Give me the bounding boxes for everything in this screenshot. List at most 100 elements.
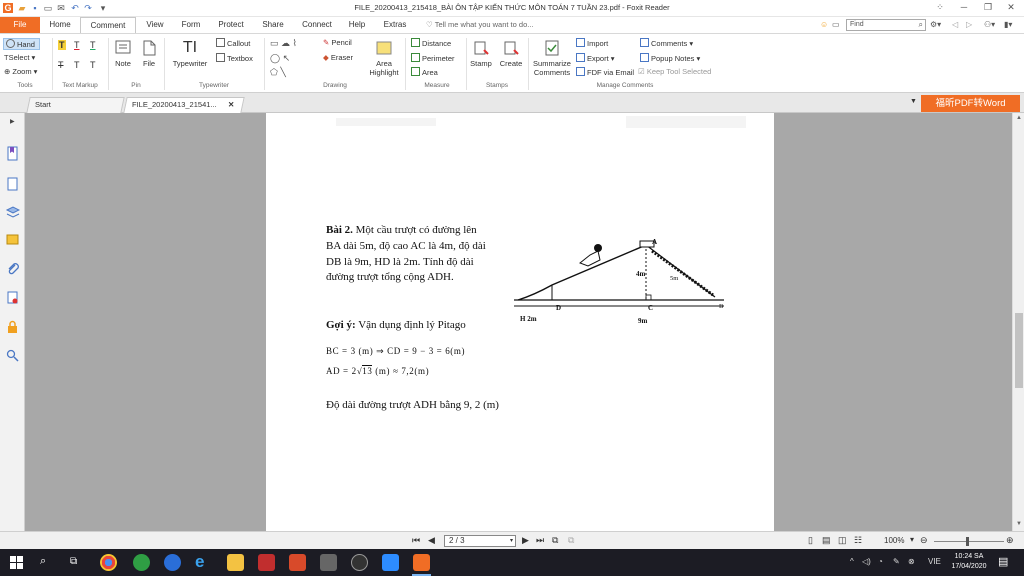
cloud-icon[interactable]: ☁ [281,38,290,48]
oval-icon[interactable]: ◯ [270,53,280,63]
hand-tool-button[interactable]: Hand [3,38,40,50]
page-number-input[interactable]: 2 / 3 ▾ [444,535,516,547]
strikeout-button[interactable]: T [58,60,64,70]
import-button[interactable]: Import [576,38,608,48]
replace-text-button[interactable]: T [74,60,80,70]
comments-panel-icon[interactable] [5,233,20,248]
gear-icon[interactable]: ⚙▾ [930,20,941,29]
chrome-icon[interactable] [100,554,117,571]
winrar-icon[interactable] [258,554,275,571]
tab-protect[interactable]: Protect [212,17,250,33]
tab-form[interactable]: Form [176,17,206,33]
app-icon[interactable] [289,554,306,571]
pages-icon[interactable] [5,176,20,191]
insert-text-button[interactable]: T [90,60,96,70]
prev-view-icon[interactable]: ⧉ [552,535,558,546]
restore-icon[interactable]: ❐ [980,2,996,13]
keep-tool-selected-checkbox[interactable]: ☑ Keep Tool Selected [638,67,711,76]
tab-share[interactable]: Share [256,17,290,33]
underline-button[interactable]: T [90,40,96,50]
single-page-icon[interactable]: ▯ [808,535,813,546]
status-icon[interactable]: ⊗ [908,557,915,566]
network-icon[interactable]: ◔ [878,557,883,566]
create-stamp-button[interactable]: Create [497,39,525,68]
typewriter-button[interactable]: TI Typewriter [168,39,212,68]
find-input[interactable]: Find ⌕ [846,19,926,31]
zoom-app-icon[interactable] [382,554,399,571]
search-icon[interactable]: ⌕ [40,555,46,568]
menu-icon[interactable]: ▮▾ [1004,20,1012,29]
coccoc-icon[interactable] [133,554,150,571]
area-highlight-button[interactable]: Area Highlight [366,39,402,77]
volume-icon[interactable]: ◁) [862,557,871,566]
stamp-button[interactable]: Stamp [468,39,494,68]
squiggly-button[interactable]: T [74,40,80,50]
line-icon[interactable]: ╲ [280,67,285,77]
page-dropdown-icon[interactable]: ▾ [510,536,513,546]
close-tab-icon[interactable]: ✕ [228,98,234,112]
scroll-up-icon[interactable]: ▲ [1013,115,1024,121]
edge-icon[interactable]: e [195,552,204,572]
dropdown-arrow-icon[interactable]: ▼ [910,98,917,105]
close-icon[interactable]: ✕ [1003,2,1019,13]
file-attach-button[interactable]: File [138,39,160,68]
signature-panel-icon[interactable] [5,290,20,305]
tell-me-box[interactable]: ♡ Tell me what you want to do... [426,20,534,29]
tab-help[interactable]: Help [344,17,370,33]
search-icon[interactable]: ⌕ [919,20,923,30]
bookmark-icon[interactable] [5,146,20,161]
calculator-icon[interactable] [320,554,337,571]
tab-connect[interactable]: Connect [296,17,338,33]
tray-expand-icon[interactable]: ^ [850,557,854,566]
comments-dropdown[interactable]: Comments ▾ [640,38,693,48]
note-button[interactable]: Note [112,39,134,68]
continuous-facing-icon[interactable]: ☷ [854,535,862,546]
tab-comment[interactable]: Comment [80,17,136,33]
tab-extras[interactable]: Extras [378,17,412,33]
search-tool-icon[interactable] [5,348,20,363]
facing-page-icon[interactable]: ◫ [838,535,847,546]
ribbon-options-icon[interactable]: ⁘ [932,2,948,13]
folder-search-icon[interactable]: ▭ [832,20,840,29]
distance-button[interactable]: Distance [411,38,451,48]
pen-icon[interactable]: ✎ [893,557,900,566]
highlight-text-button[interactable]: T [58,40,66,50]
attachment-icon[interactable] [5,261,20,276]
language-indicator[interactable]: VIE [928,557,941,566]
select-tool-button[interactable]: TSelect ▾ [4,53,35,62]
scroll-thumb[interactable] [1015,313,1023,388]
tab-file[interactable]: File [0,17,40,33]
perimeter-button[interactable]: Perimeter [411,53,455,63]
next-page-icon[interactable]: ▶ [522,535,529,546]
windows-start-icon[interactable] [10,556,23,569]
doc-tab-start[interactable]: Start [26,97,125,113]
textbox-button[interactable]: Textbox [216,53,253,63]
vertical-scrollbar[interactable]: ▲ ▼ [1012,113,1024,531]
prev-page-icon[interactable]: ◀ [428,535,435,546]
zoom-slider[interactable] [934,541,1004,542]
arrow-icon[interactable]: ↖ [283,53,291,63]
foxit-taskbar-icon[interactable] [413,554,430,571]
nav-back-icon[interactable]: ◁ [952,20,958,29]
task-view-icon[interactable]: ⧉ [70,556,77,567]
notifications-icon[interactable]: ▤ [998,555,1008,568]
summarize-comments-button[interactable]: Summarize Comments [531,39,573,77]
file-explorer-icon[interactable] [227,554,244,571]
next-view-icon[interactable]: ⧉ [568,535,574,546]
zoom-tool-button[interactable]: ⊕ Zoom ▾ [4,67,37,76]
zoom-in-icon[interactable]: ⊕ [1006,535,1014,546]
continuous-page-icon[interactable]: ▤ [822,535,831,546]
user-icon[interactable]: ⚇▾ [984,20,995,29]
eraser-button[interactable]: ◆ Eraser [323,53,353,62]
callout-button[interactable]: Callout [216,38,250,48]
pencil-button[interactable]: ✎ Pencil [323,38,352,47]
rectangle-icon[interactable]: ▭ [270,38,279,48]
last-page-icon[interactable]: ⏭ [536,535,544,546]
layers-icon[interactable] [5,205,20,220]
smiley-icon[interactable]: ☺ [820,20,828,29]
zoom-slider-thumb[interactable] [966,537,969,546]
fdf-email-button[interactable]: FDF via Email [576,67,634,77]
polyline-icon[interactable]: ⌇ [293,38,297,48]
scroll-down-icon[interactable]: ▼ [1013,521,1024,527]
first-page-icon[interactable]: ⏮ [412,535,420,546]
